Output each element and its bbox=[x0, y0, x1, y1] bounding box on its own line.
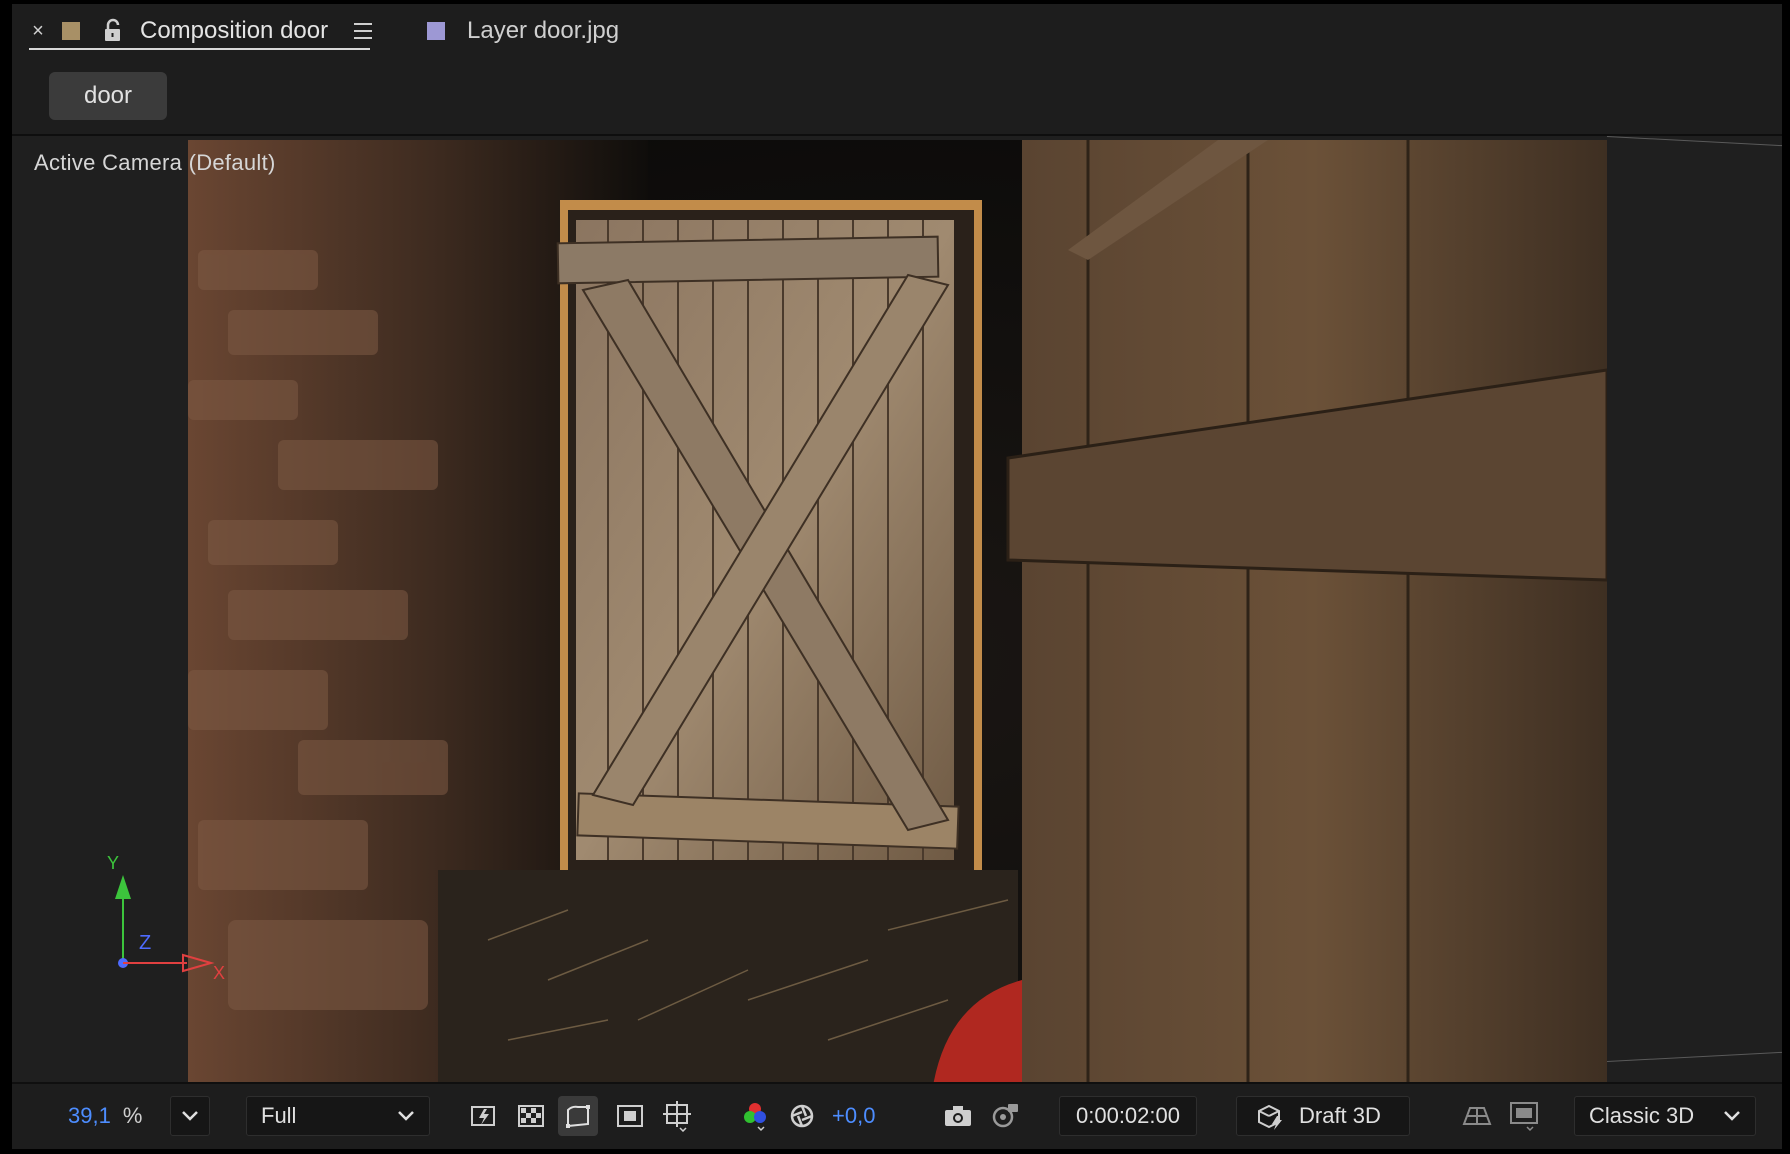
camera-frame-line bbox=[1607, 1051, 1782, 1062]
active-tab-indicator bbox=[29, 48, 370, 50]
draft-3d-toggle[interactable]: Draft 3D bbox=[1236, 1096, 1410, 1136]
resolution-label: Full bbox=[261, 1103, 297, 1128]
axis-gizmo: Y Z X bbox=[107, 853, 225, 981]
draft-3d-icon bbox=[1258, 1104, 1282, 1130]
x-axis-label: X bbox=[213, 963, 225, 981]
y-axis-label: Y bbox=[107, 853, 119, 873]
zoom-value[interactable]: 39,1 bbox=[68, 1103, 111, 1129]
composition-panel: × Composition door Layer door.jpg door A… bbox=[12, 4, 1782, 1149]
tab-bar: × Composition door Layer door.jpg bbox=[12, 4, 1782, 58]
composition-breadcrumb-door[interactable]: door bbox=[49, 72, 167, 120]
layer-color-swatch bbox=[427, 22, 445, 40]
resolution-dropdown[interactable]: Full bbox=[246, 1096, 430, 1136]
active-camera-label: Active Camera (Default) bbox=[34, 150, 276, 175]
chevron-down-icon bbox=[1724, 1111, 1740, 1121]
channel-rgb-icon[interactable] bbox=[738, 1096, 772, 1136]
tab-composition-label: Composition door bbox=[140, 17, 329, 44]
extended-viewer-icon[interactable] bbox=[1506, 1096, 1542, 1136]
exposure-value[interactable]: +0,0 bbox=[832, 1103, 875, 1129]
camera-frame-line bbox=[1606, 136, 1782, 147]
transparency-grid-icon[interactable] bbox=[515, 1096, 547, 1136]
zoom-dropdown-button[interactable] bbox=[170, 1096, 210, 1136]
lock-icon[interactable] bbox=[102, 18, 124, 44]
grid-guides-icon[interactable] bbox=[660, 1096, 694, 1136]
color-management-icon[interactable] bbox=[785, 1096, 819, 1136]
exposure-control[interactable]: +0,0 bbox=[832, 1096, 875, 1136]
region-of-interest-icon[interactable] bbox=[614, 1096, 646, 1136]
chevron-down-icon bbox=[398, 1111, 414, 1121]
current-time-display[interactable]: 0:00:02:00 bbox=[1059, 1096, 1197, 1136]
chevron-down-icon bbox=[182, 1111, 198, 1121]
fast-previews-icon[interactable] bbox=[468, 1096, 500, 1136]
snapshot-camera-icon[interactable] bbox=[940, 1096, 976, 1136]
zoom-control[interactable]: 39,1 % bbox=[68, 1096, 142, 1136]
draft-3d-label: Draft 3D bbox=[1299, 1103, 1381, 1128]
label-color-swatch[interactable] bbox=[62, 22, 80, 40]
3d-ground-plane-icon[interactable] bbox=[1459, 1096, 1495, 1136]
composition-viewer[interactable]: Active Camera (Default) Y Z X bbox=[12, 136, 1782, 1082]
show-snapshot-icon[interactable] bbox=[987, 1096, 1023, 1136]
composition-navigator: door bbox=[12, 58, 1782, 136]
viewer-toolbar: 39,1 % Full +0,0 0:00:02:00 Draft 3D Cla… bbox=[12, 1082, 1782, 1149]
timecode: 0:00:02:00 bbox=[1076, 1103, 1180, 1128]
3d-renderer-dropdown[interactable]: Classic 3D bbox=[1574, 1096, 1756, 1136]
panel-menu-icon[interactable] bbox=[354, 23, 373, 39]
tab-layer[interactable]: Layer door.jpg bbox=[427, 4, 619, 58]
z-axis-label: Z bbox=[139, 932, 151, 954]
door-image-layer[interactable] bbox=[188, 140, 1607, 1082]
zoom-unit: % bbox=[122, 1103, 143, 1128]
renderer-label: Classic 3D bbox=[1589, 1103, 1695, 1128]
tab-layer-label: Layer door.jpg bbox=[467, 17, 620, 44]
close-tab-icon[interactable]: × bbox=[30, 20, 46, 43]
mask-visibility-icon[interactable] bbox=[558, 1096, 598, 1136]
